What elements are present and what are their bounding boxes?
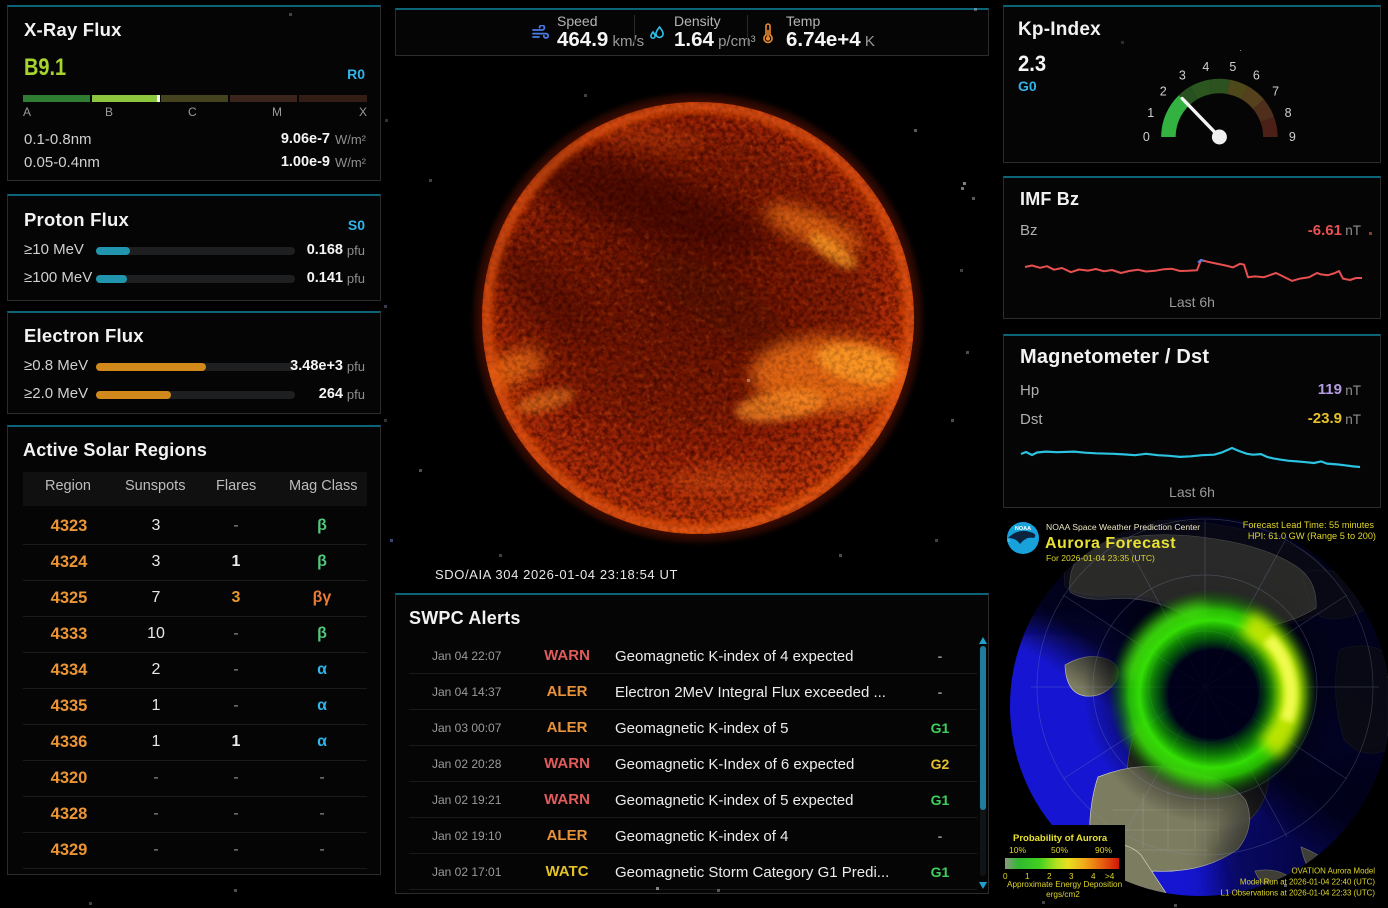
svg-text:NOAA: NOAA: [1015, 526, 1031, 532]
svg-text:9: 9: [1289, 130, 1296, 144]
svg-text:ergs/cm2: ergs/cm2: [1046, 890, 1080, 899]
svg-text:8: 8: [1285, 106, 1292, 120]
svg-text:50%: 50%: [1051, 845, 1068, 855]
svg-text:1: 1: [1147, 106, 1154, 120]
svg-text:SDO/AIA 304 2026-01-04 23:: SDO/AIA 304 2026-01-04 23:18:54 UT: [435, 567, 678, 582]
svg-text:7: 7: [1272, 85, 1279, 99]
svg-text:Forecast Lead Time: 55 minute: Forecast Lead Time: 55 minutes: [1243, 520, 1375, 530]
svg-text:0: 0: [1143, 130, 1150, 144]
svg-text:6: 6: [1253, 69, 1260, 83]
svg-text:NOAA Space Weather Prediction: NOAA Space Weather Prediction Center: [1046, 522, 1200, 532]
svg-text:OVATION Aurora Model: OVATION Aurora Model: [1292, 867, 1376, 876]
svg-text:2: 2: [1160, 85, 1167, 99]
svg-text:Aurora Forecast: Aurora Forecast: [1045, 535, 1176, 552]
svg-text:Model Run at 2026-01-04 22:40: Model Run at 2026-01-04 22:40 (UTC): [1240, 878, 1375, 887]
svg-text:3: 3: [1179, 69, 1186, 83]
svg-text:90%: 90%: [1095, 845, 1112, 855]
svg-text:L1 Observations at 2026-01-04: L1 Observations at 2026-01-04 22:33 (UTC…: [1221, 889, 1376, 898]
svg-text:5: 5: [1229, 60, 1236, 74]
svg-text:4: 4: [1202, 60, 1209, 74]
svg-text:Approximate Energy Deposition: Approximate Energy Deposition: [1007, 880, 1123, 889]
svg-text:10%: 10%: [1009, 845, 1026, 855]
svg-text:For 2026-01-04 23:35 (UTC): For 2026-01-04 23:35 (UTC): [1046, 553, 1155, 563]
svg-text:Probability of Aurora: Probability of Aurora: [1013, 833, 1108, 844]
svg-text:HPI: 61.0 GW (Range 5 to 200): HPI: 61.0 GW (Range 5 to 200): [1248, 531, 1376, 541]
